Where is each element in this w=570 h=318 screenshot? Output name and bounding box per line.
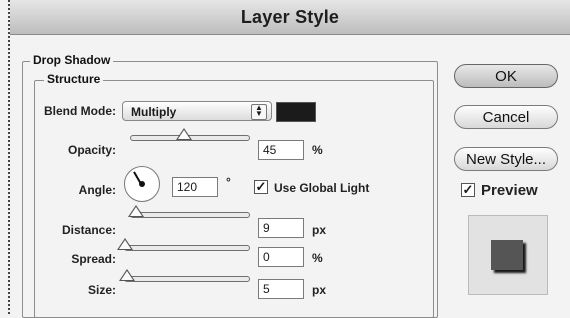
opacity-slider[interactable] [130, 128, 250, 141]
size-input[interactable]: 5 [258, 279, 304, 299]
size-label: Size: [87, 283, 116, 297]
dialog-content: Drop Shadow Structure Blend Mode: Multip… [10, 35, 570, 318]
use-global-light-checkbox[interactable]: ✓ [254, 180, 268, 194]
size-unit: px [312, 283, 327, 297]
opacity-slider-handle[interactable] [176, 128, 192, 140]
spread-input[interactable]: 0 [258, 247, 304, 267]
preview-checkbox[interactable]: ✓ [461, 183, 475, 197]
spread-label: Spread: [71, 252, 116, 266]
angle-dial-pointer [133, 171, 142, 185]
chevron-up-down-icon: ▲ ▼ [251, 104, 267, 120]
title-bar[interactable]: Layer Style [10, 0, 570, 35]
distance-slider-handle[interactable] [128, 205, 144, 217]
opacity-input[interactable]: 45 [258, 140, 304, 160]
blend-mode-select[interactable]: Multiply ▲ ▼ [122, 101, 272, 121]
new-style-button[interactable]: New Style... [454, 147, 558, 171]
structure-title: Structure [44, 72, 104, 86]
checkmark-icon: ✓ [462, 182, 474, 197]
angle-input[interactable]: 120 [172, 177, 218, 197]
spread-unit: % [312, 251, 323, 265]
spread-slider-handle[interactable] [117, 238, 133, 250]
angle-unit: ° [226, 175, 231, 189]
ok-button[interactable]: OK [454, 64, 558, 88]
preview-label[interactable]: Preview [481, 182, 538, 199]
drop-shadow-title: Drop Shadow [30, 53, 114, 67]
angle-label: Angle: [78, 183, 116, 197]
spread-slider[interactable] [117, 238, 250, 251]
shadow-color-swatch[interactable] [276, 102, 316, 122]
preview-thumbnail [468, 215, 548, 295]
size-slider-handle[interactable] [119, 269, 135, 281]
opacity-unit: % [312, 143, 323, 157]
angle-dial[interactable] [124, 166, 160, 202]
size-slider[interactable] [119, 269, 250, 282]
distance-label: Distance: [61, 223, 116, 237]
cancel-button[interactable]: Cancel [454, 105, 558, 129]
preview-swatch [491, 240, 523, 270]
distance-unit: px [312, 223, 327, 237]
checkmark-icon: ✓ [255, 179, 267, 194]
window-title: Layer Style [240, 7, 340, 27]
blend-mode-value: Multiply [131, 105, 177, 119]
blend-mode-label: Blend Mode: [44, 104, 116, 118]
opacity-label: Opacity: [67, 143, 116, 157]
distance-input[interactable]: 9 [258, 218, 304, 238]
distance-slider[interactable] [128, 205, 250, 218]
use-global-light-label[interactable]: Use Global Light [274, 181, 369, 195]
